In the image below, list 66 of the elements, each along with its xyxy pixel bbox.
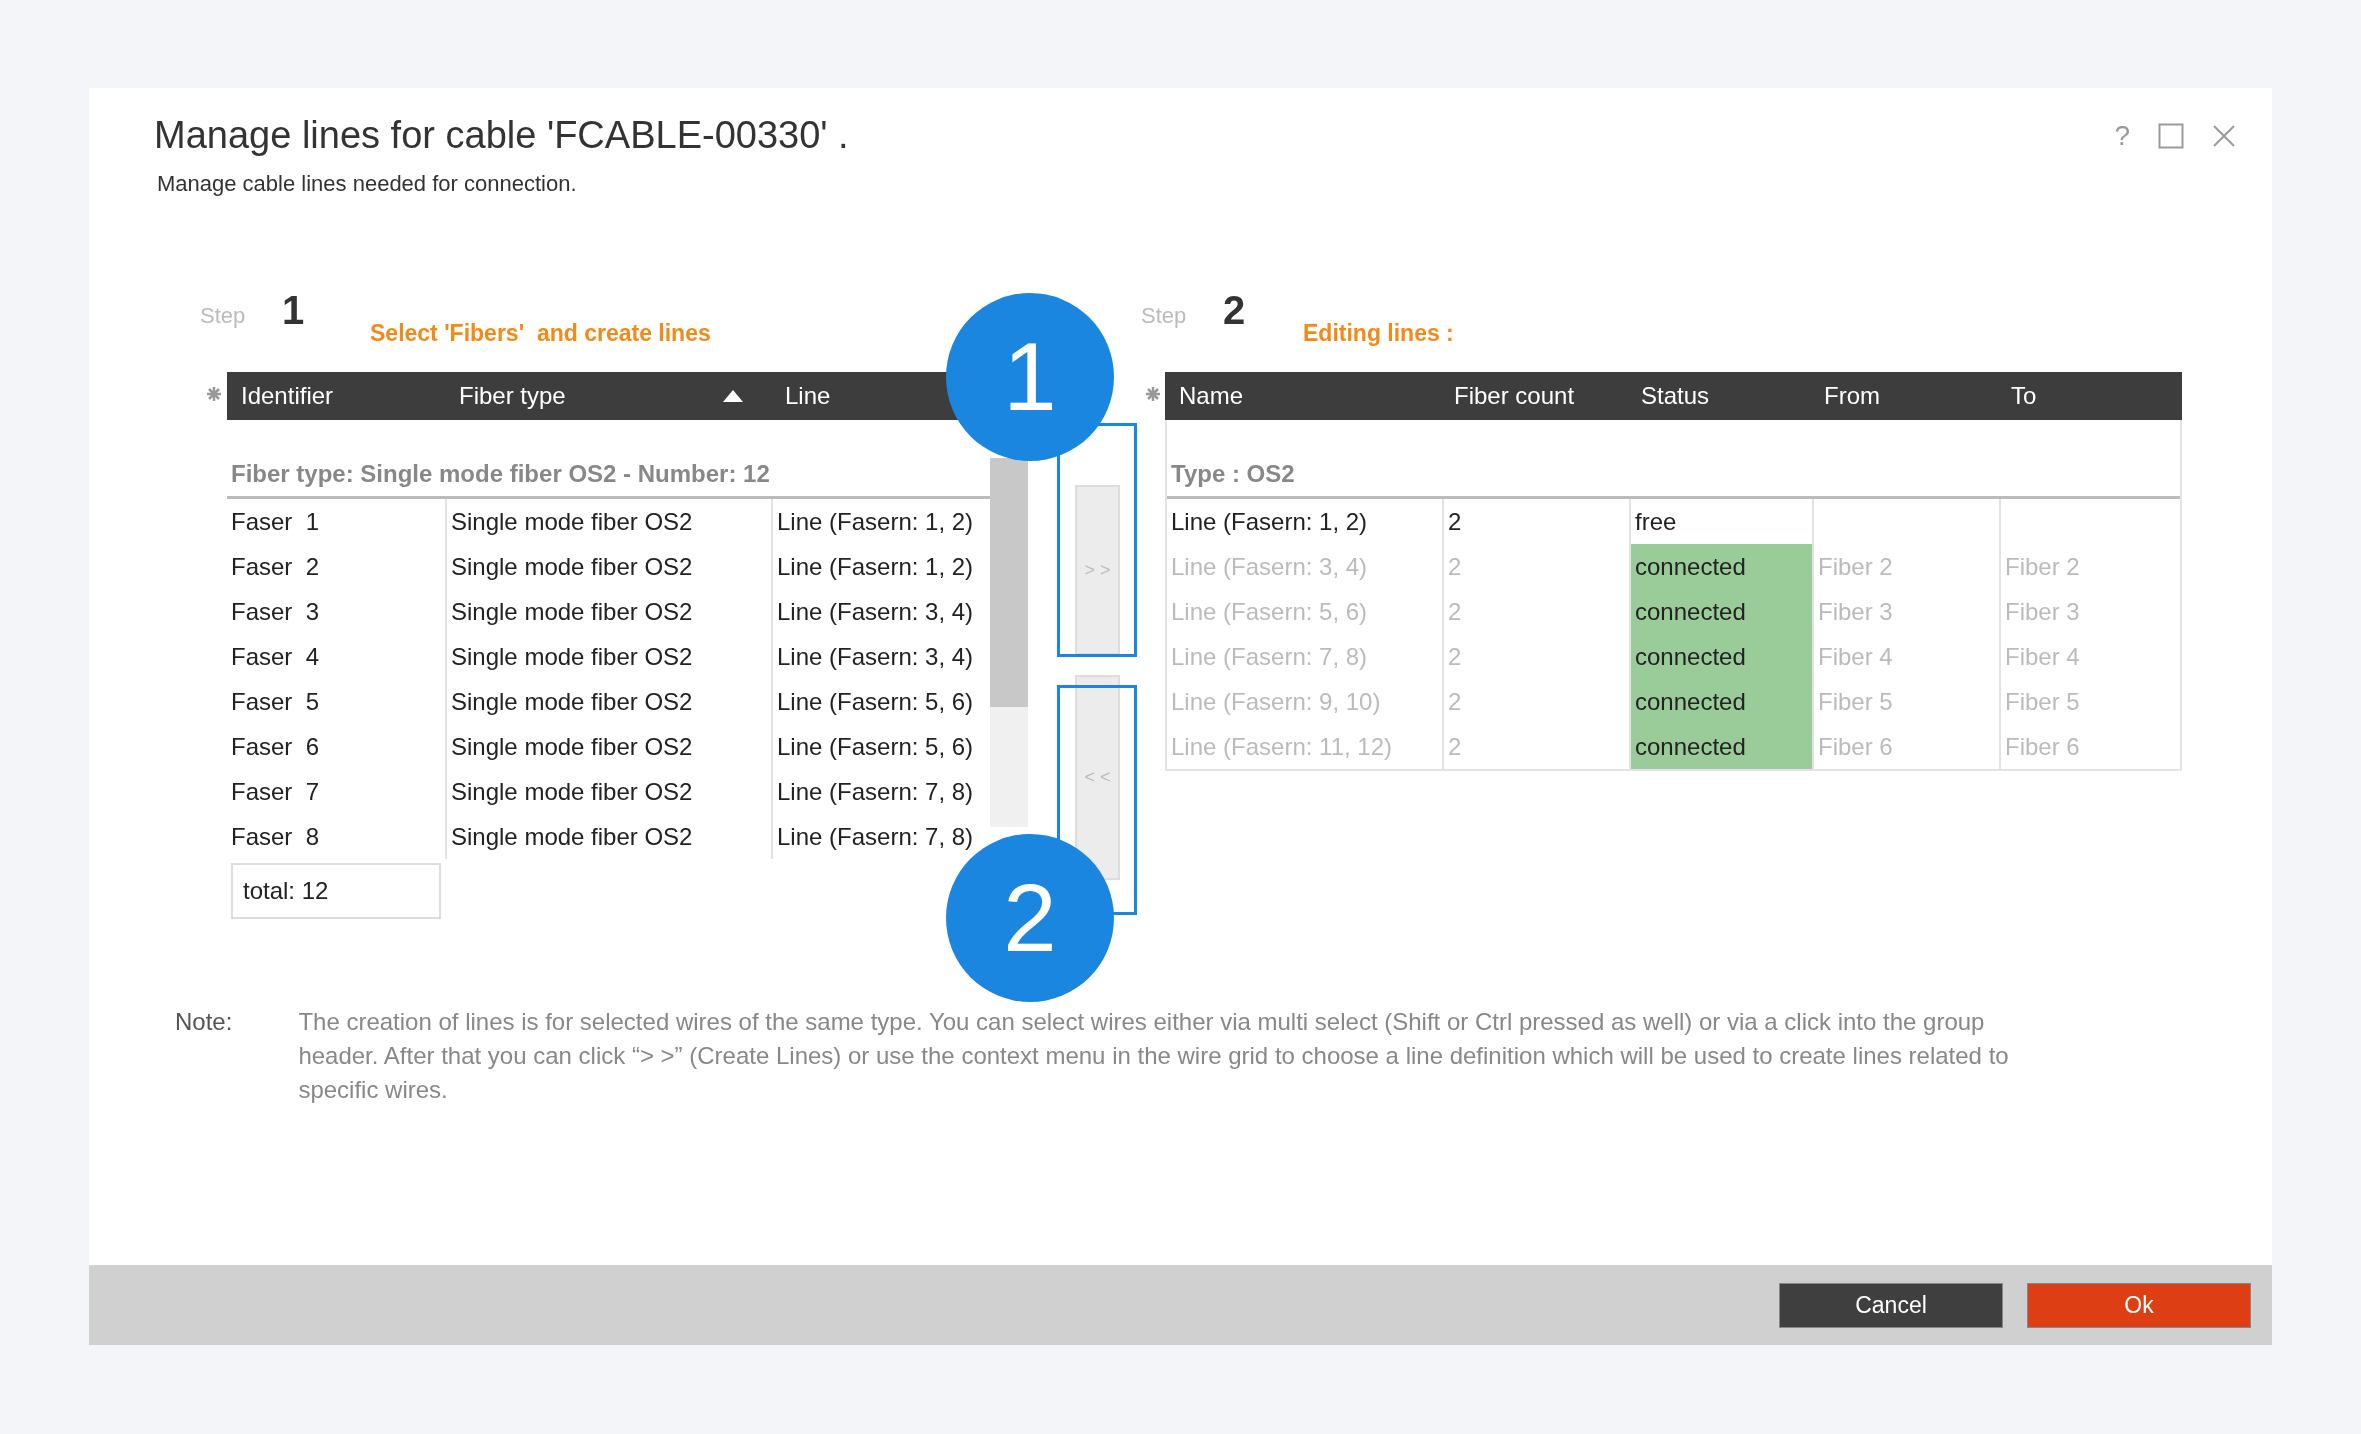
table-cell: Single mode fiber OS2 xyxy=(445,634,771,679)
status-cell: connected xyxy=(1629,724,1812,769)
scroll-thumb[interactable] xyxy=(990,458,1028,707)
table-cell: Fiber 5 xyxy=(1999,679,2180,724)
table-cell: Fiber 3 xyxy=(1999,589,2180,634)
table-cell: Fiber 4 xyxy=(1812,634,1999,679)
table-cell: Single mode fiber OS2 xyxy=(445,814,771,859)
step-label: Step xyxy=(200,303,247,330)
table-cell: Fiber 4 xyxy=(1999,634,2180,679)
step-number: 2 xyxy=(1223,288,1247,333)
table-cell: Single mode fiber OS2 xyxy=(445,679,771,724)
asterisk-icon xyxy=(1144,386,1161,402)
column-header[interactable]: To xyxy=(2011,382,2037,410)
total-count: total: 12 xyxy=(231,863,441,919)
table-cell: Fiber 6 xyxy=(1999,724,2180,769)
table-cell: Fiber 5 xyxy=(1812,679,1999,724)
column-header[interactable]: Fiber type xyxy=(459,382,566,410)
table-cell: Single mode fiber OS2 xyxy=(445,589,771,634)
table-cell: Fiber 6 xyxy=(1812,724,1999,769)
step-number: 1 xyxy=(282,288,306,333)
table-cell-text: Line (Fasern: 7, 8) xyxy=(1170,641,1369,672)
table-cell-text: Line (Fasern: 9, 10) xyxy=(1170,686,1382,717)
ok-button[interactable]: Ok xyxy=(2027,1282,2251,1328)
column-header[interactable]: Line xyxy=(785,382,831,410)
step-heading: Editing lines : xyxy=(1303,320,1454,347)
callout-badge: 1 xyxy=(946,293,1114,461)
table-cell-text: Line (Fasern: 11, 12) xyxy=(1170,731,1393,762)
table-cell-text: Faser 1 xyxy=(230,506,321,537)
maximize-icon[interactable] xyxy=(2158,123,2184,149)
close-icon[interactable] xyxy=(2212,124,2236,148)
table-cell-text: Faser 2 xyxy=(230,551,321,582)
group-header[interactable]: Type : OS2 xyxy=(1167,420,2180,499)
note-text: The creation of lines is for selected wires of the same type. You can select wires either via multi select (Shift or Ctrl pressed as well) or via a click into the group header. After that you can click “> >” (Create Lines) or use the context menu in the wire grid to choose a line definition which will be used to create lines related to specific wires. xyxy=(298,1007,2010,1105)
dialog-title: Manage lines for cable 'FCABLE-00330' . xyxy=(154,114,849,157)
cancel-button[interactable]: Cancel xyxy=(1779,1282,2003,1328)
table-cell-text: Line (Fasern: 3, 4) xyxy=(1170,551,1369,582)
dialog-subtitle: Manage cable lines needed for connection. xyxy=(156,171,578,197)
table-cell-text: Line (Fasern: 5, 6) xyxy=(1170,596,1369,627)
table-cell-text: Faser 8 xyxy=(230,821,321,852)
table-cell-text: Faser 6 xyxy=(230,731,321,762)
table-cell: Single mode fiber OS2 xyxy=(445,769,771,814)
status-cell: connected xyxy=(1629,634,1812,679)
table-cell: Single mode fiber OS2 xyxy=(445,724,771,769)
status-cell: connected xyxy=(1629,544,1812,589)
table-cell: Single mode fiber OS2 xyxy=(445,544,771,589)
table-cell-text: Faser 4 xyxy=(230,641,321,672)
table-cell-text: Faser 7 xyxy=(230,776,321,807)
column-header[interactable]: Name xyxy=(1179,382,1244,410)
status-cell: connected xyxy=(1629,679,1812,724)
table-cell: Fiber 2 xyxy=(1812,544,1999,589)
step-heading: Select 'Fibers' and create lines xyxy=(370,320,711,347)
asterisk-icon xyxy=(205,386,222,402)
table-cell: 2 xyxy=(1442,499,1629,544)
column-header[interactable]: Identifier xyxy=(241,382,334,410)
table-cell-text: Faser 5 xyxy=(230,686,321,717)
table-cell: Single mode fiber OS2 xyxy=(445,499,771,544)
column-header[interactable]: Fiber count xyxy=(1454,382,1575,410)
step-label: Step xyxy=(1141,303,1188,330)
status-cell: connected xyxy=(1629,589,1812,634)
table-cell: Fiber 2 xyxy=(1999,544,2180,589)
table-cell-text: Line (Fasern: 1, 2) xyxy=(1170,506,1369,537)
note-label: Note: xyxy=(175,1007,233,1037)
table-cell-text: Faser 3 xyxy=(230,596,321,627)
column-header[interactable]: From xyxy=(1824,382,1880,410)
column-header[interactable]: Status xyxy=(1641,382,1710,410)
table-cell: Fiber 3 xyxy=(1812,589,1999,634)
